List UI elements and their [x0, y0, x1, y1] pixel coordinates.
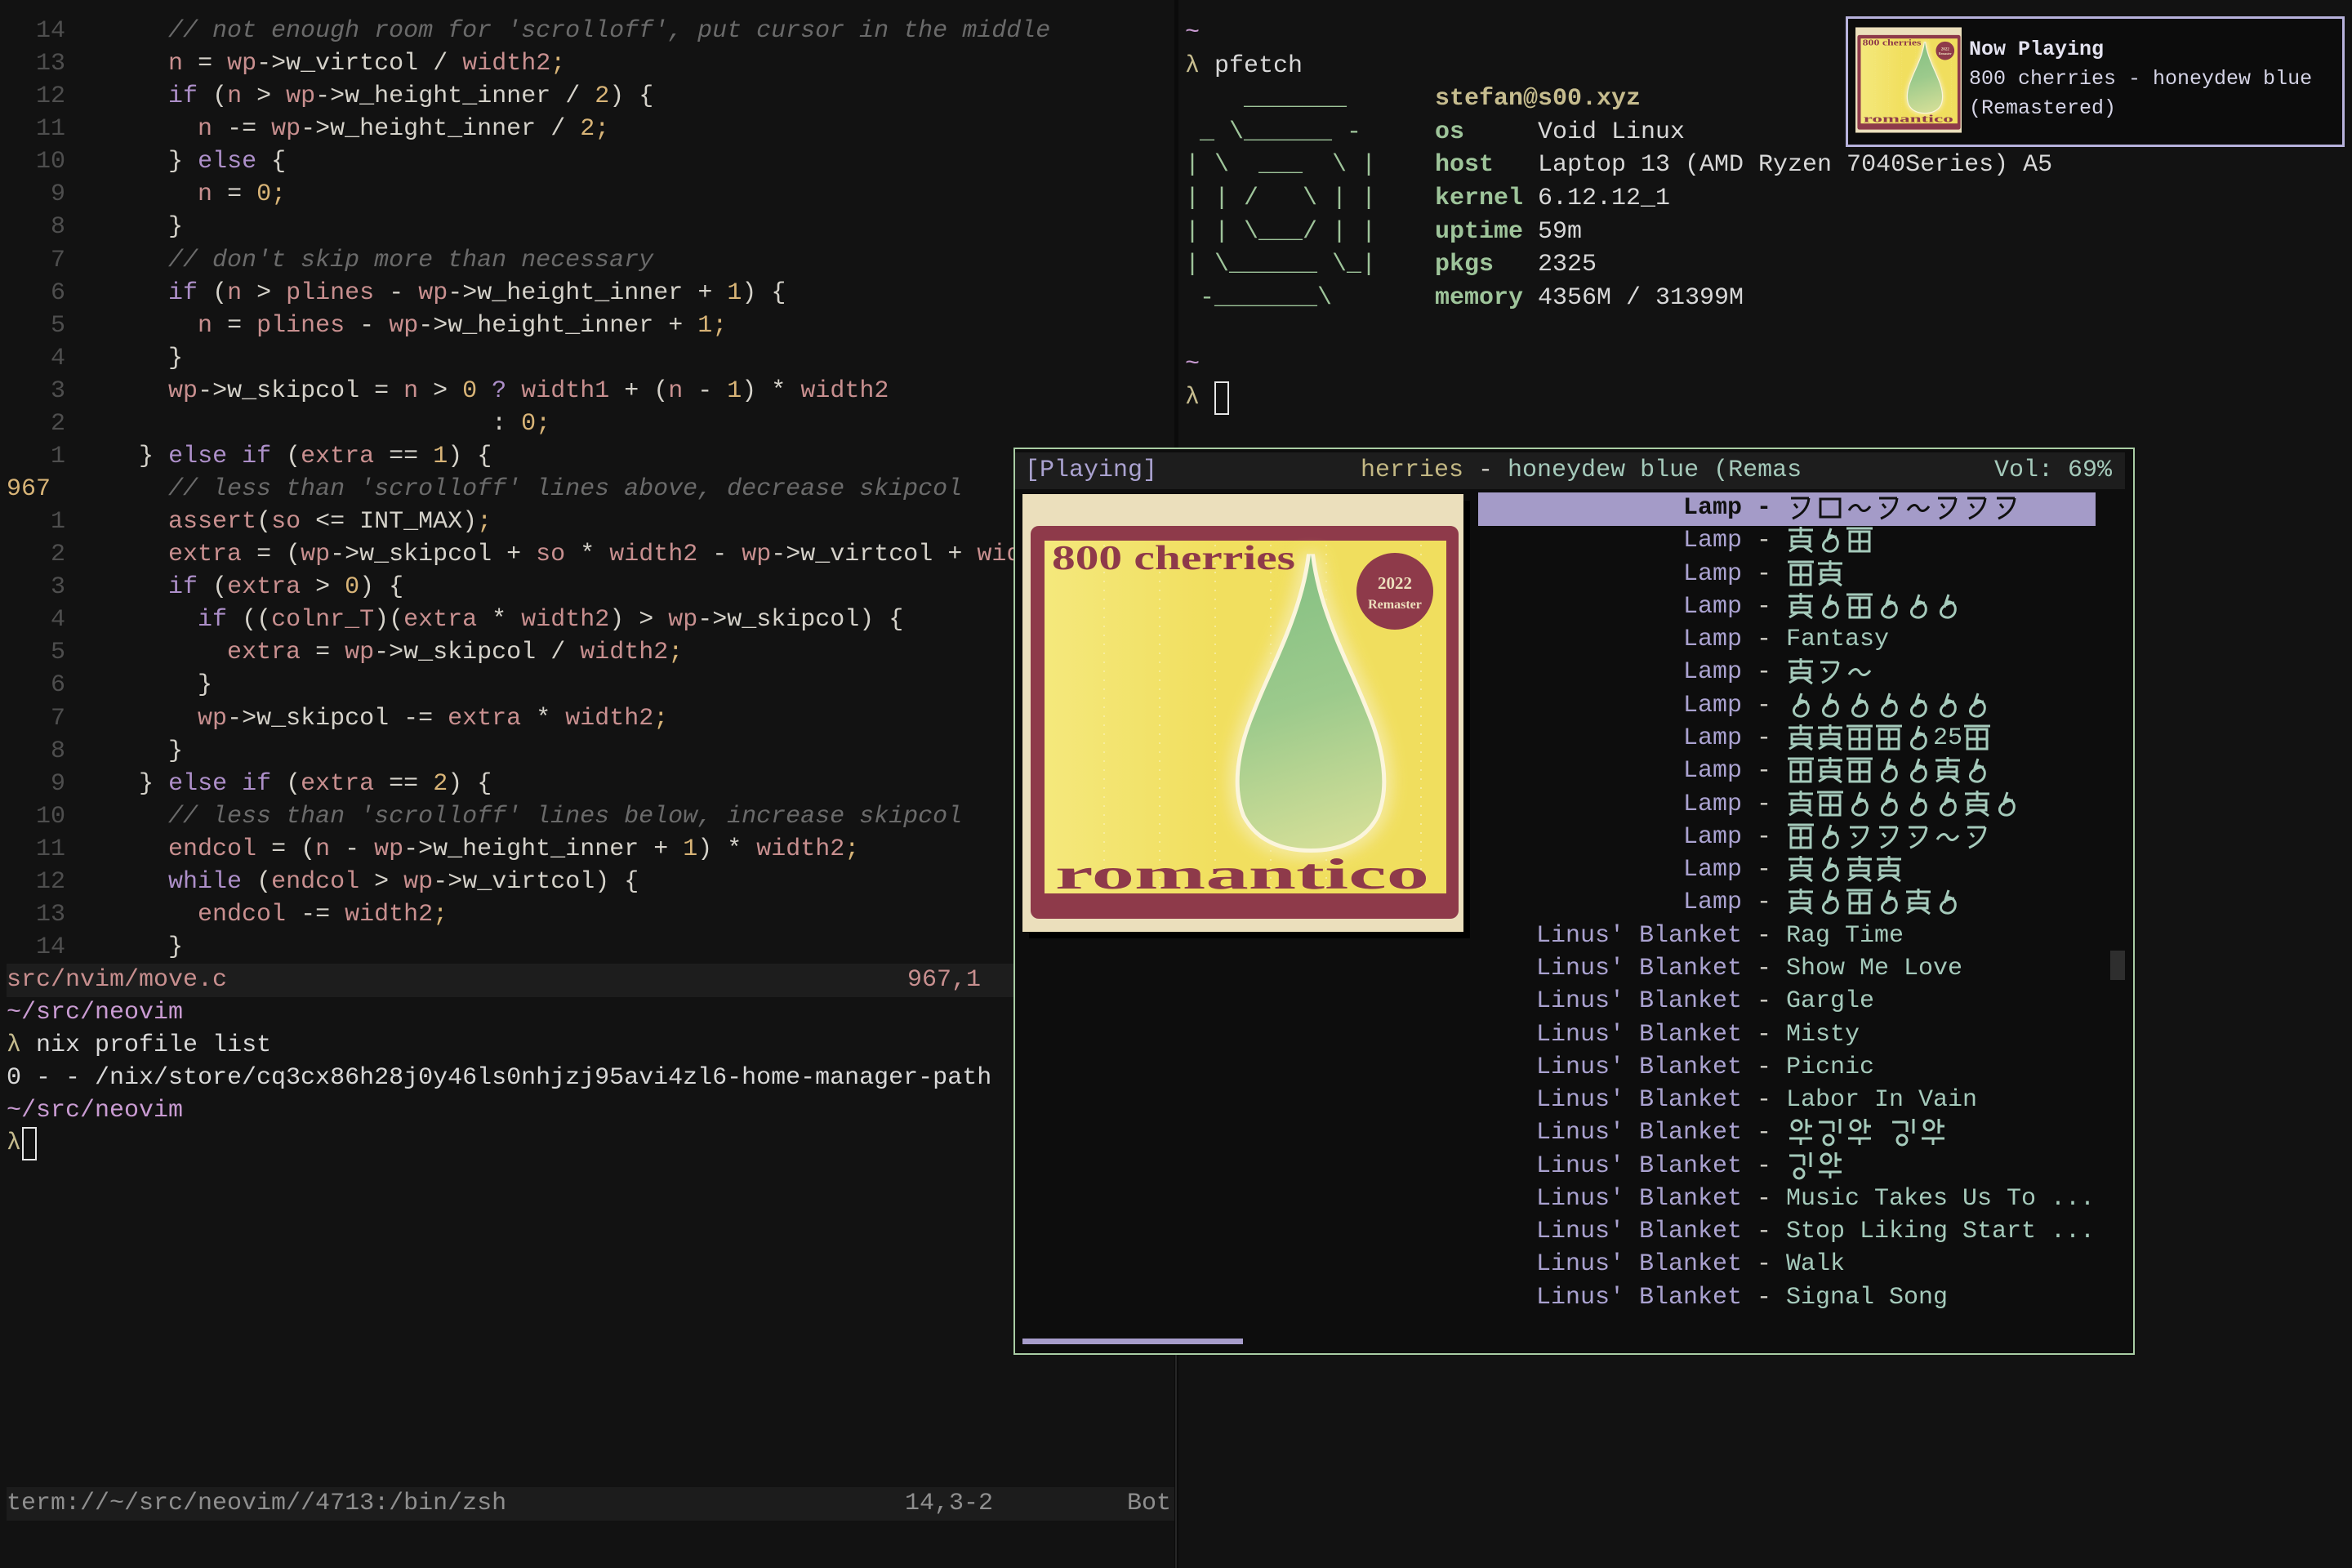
svg-text:romantico: romantico — [1864, 114, 1953, 125]
svg-text:2022: 2022 — [1941, 47, 1950, 51]
svg-text:Remaster: Remaster — [1939, 52, 1952, 56]
svg-text:800 cherries: 800 cherries — [1052, 540, 1295, 577]
svg-text:romantico: romantico — [1055, 851, 1429, 898]
svg-text:800 cherries: 800 cherries — [1863, 39, 1922, 48]
svg-text:2022: 2022 — [1378, 573, 1412, 593]
svg-text:Remaster: Remaster — [1368, 598, 1422, 612]
